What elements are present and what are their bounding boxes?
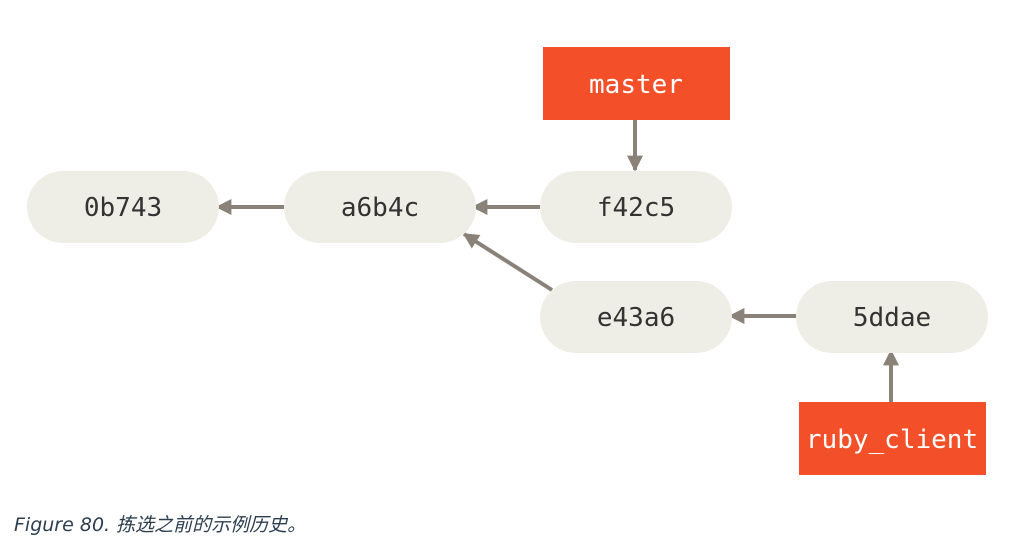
branch-name: master [589, 70, 683, 100]
caption-text: 拣选之前的示例历史。 [116, 514, 307, 536]
figure-number: Figure 80. [14, 514, 111, 536]
branch-ruby-client: ruby_client [799, 402, 986, 475]
branch-master: master [543, 47, 730, 120]
commit-hash: a6b4c [341, 193, 419, 223]
commit-hash: 5ddae [853, 303, 931, 333]
commit-f42c5: f42c5 [540, 171, 732, 243]
branch-name: ruby_client [806, 425, 978, 455]
commit-e43a6: e43a6 [540, 281, 732, 353]
commit-0b743: 0b743 [27, 171, 219, 243]
commit-history-diagram: 0b743 a6b4c f42c5 e43a6 5ddae master rub… [27, 47, 988, 475]
arrow-e43a6-to-a6b4c [462, 232, 554, 292]
commit-5ddae: 5ddae [796, 281, 988, 353]
commit-a6b4c: a6b4c [284, 171, 476, 243]
commit-hash: e43a6 [597, 303, 675, 333]
commit-hash: f42c5 [597, 193, 675, 223]
arrows [215, 120, 899, 402]
figure-caption: Figure 80. 拣选之前的示例历史。 [14, 510, 306, 537]
commit-hash: 0b743 [84, 193, 162, 223]
